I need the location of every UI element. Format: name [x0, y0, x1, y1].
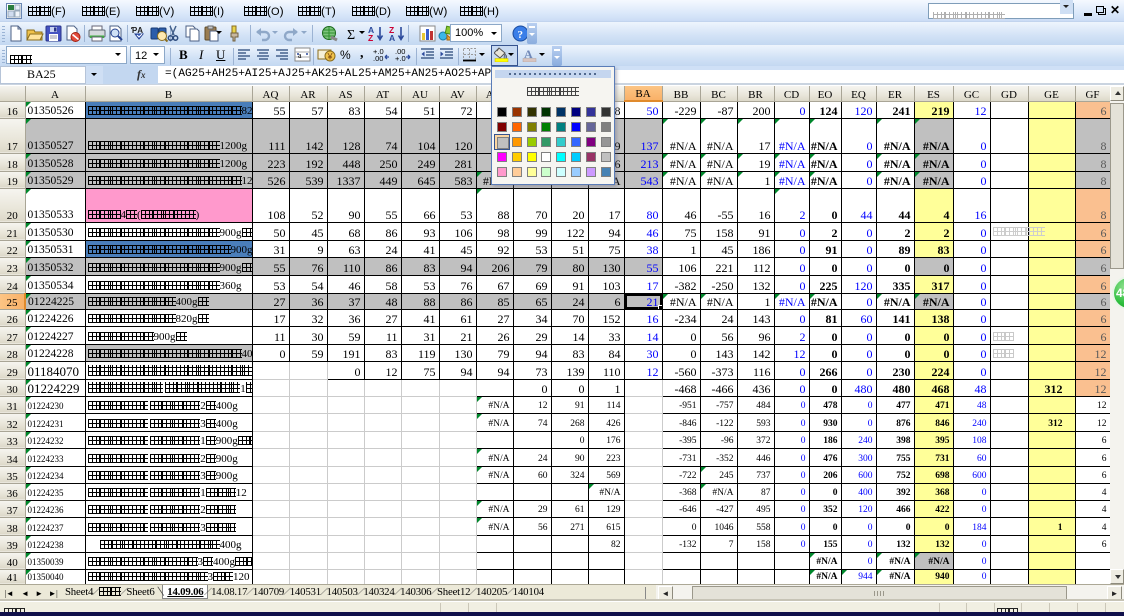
svg-text:%: %	[340, 48, 351, 62]
svg-text:¥: ¥	[327, 52, 334, 62]
svg-text:Z: Z	[368, 33, 373, 42]
svg-text:.00: .00	[373, 54, 383, 62]
svg-text:,: ,	[360, 47, 364, 61]
svg-text:Σ: Σ	[347, 28, 355, 42]
svg-text:?: ?	[518, 29, 524, 41]
svg-text:a: a	[298, 51, 302, 60]
svg-text:+.0: +.0	[395, 54, 406, 62]
svg-text:A: A	[389, 33, 395, 42]
